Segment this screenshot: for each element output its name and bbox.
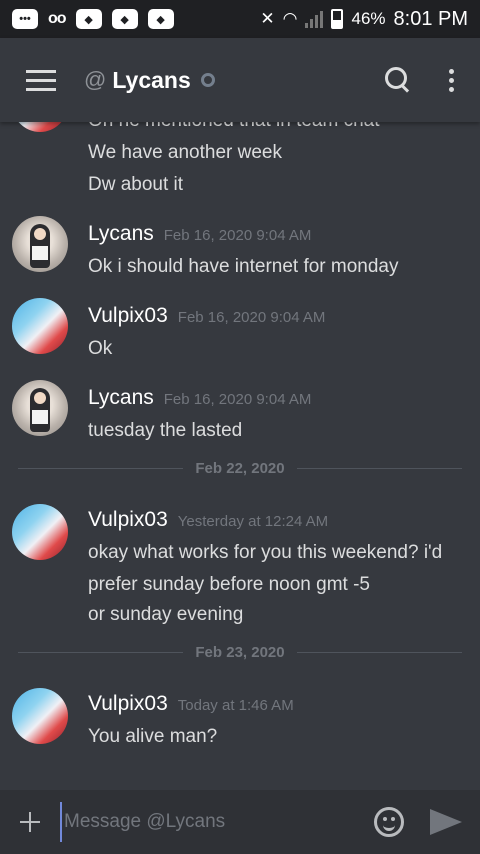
channel-header: @ Lycans [0,38,480,122]
avatar[interactable] [12,122,68,132]
author-name[interactable]: Vulpix03 [88,692,168,715]
discord-notification-icon: ◆ [111,9,138,29]
author-name[interactable]: Vulpix03 [88,508,168,531]
discord-notification-icon: ••• [12,9,38,29]
battery-icon [331,9,344,29]
offline-status-icon [200,73,215,87]
date-divider: Feb 23, 2020 [18,642,463,662]
message-header: Vulpix03 Today at 1:46 AM [88,692,294,716]
message-timestamp: Feb 16, 2020 9:04 AM [177,309,326,326]
send-icon[interactable] [430,809,462,835]
message-text: Oh he mentioned that in team chat [88,122,380,132]
message-text: Ok [88,338,113,359]
message-text: or sunday evening [88,604,244,625]
discord-notification-icon: ◆ [147,9,174,29]
avatar[interactable] [12,504,68,560]
clock: 8:01 PM [393,7,468,30]
message-text: tuesday the lasted [88,420,243,441]
search-icon[interactable] [385,67,411,93]
battery-level: 46% [351,9,386,28]
message-text: You alive man? [88,726,218,747]
avatar[interactable] [12,688,68,744]
message-header: Vulpix03 Yesterday at 12:24 AM [88,508,328,532]
message-timestamp: Today at 1:46 AM [177,697,294,714]
system-indicators: ✕ ◠ 46% 8:01 PM [260,8,468,31]
dm-title: @ Lycans [84,67,215,94]
hamburger-icon[interactable] [26,69,56,91]
date-divider-label: Feb 23, 2020 [195,643,285,661]
message-text: We have another week [88,142,282,163]
author-name[interactable]: Lycans [88,222,154,245]
wifi-icon: ◠ [282,9,298,28]
notification-icons: ••• oo ◆ ◆ ◆ [12,9,174,29]
message-header: Lycans Feb 16, 2020 9:04 AM [88,222,311,246]
message-text: Dw about it [88,174,184,195]
add-icon[interactable] [18,810,42,834]
avatar[interactable] [12,298,68,354]
avatar[interactable] [12,216,68,272]
message-list[interactable]: Oh he mentioned that in team chat We hav… [0,122,480,790]
voicemail-icon: oo [48,10,67,27]
message-timestamp: Yesterday at 12:24 AM [177,513,329,530]
message-text: prefer sunday before noon gmt -5 [88,574,371,595]
author-name[interactable]: Vulpix03 [88,304,168,327]
message-header: Vulpix03 Feb 16, 2020 9:04 AM [88,304,325,328]
signal-icon [305,10,324,28]
message-text: okay what works for you this weekend? i'… [88,542,443,563]
page-title: Lycans [112,66,191,93]
message-input[interactable] [60,802,364,842]
more-options-icon[interactable] [449,68,454,92]
discord-notification-icon: ◆ [75,9,102,29]
message-text: Ok i should have internet for monday [88,256,399,277]
date-divider: Feb 22, 2020 [18,458,463,478]
message-composer [0,790,480,854]
avatar[interactable] [12,380,68,436]
status-bar: ••• oo ◆ ◆ ◆ ✕ ◠ 46% 8:01 PM [0,0,480,38]
date-divider-label: Feb 22, 2020 [195,459,285,477]
emoji-icon[interactable] [374,807,404,837]
message-timestamp: Feb 16, 2020 9:04 AM [163,227,312,244]
message-timestamp: Feb 16, 2020 9:04 AM [163,391,312,408]
message-header: Lycans Feb 16, 2020 9:04 AM [88,386,311,410]
at-symbol: @ [84,67,107,92]
author-name[interactable]: Lycans [88,386,154,409]
mute-icon: ✕ [260,9,275,28]
